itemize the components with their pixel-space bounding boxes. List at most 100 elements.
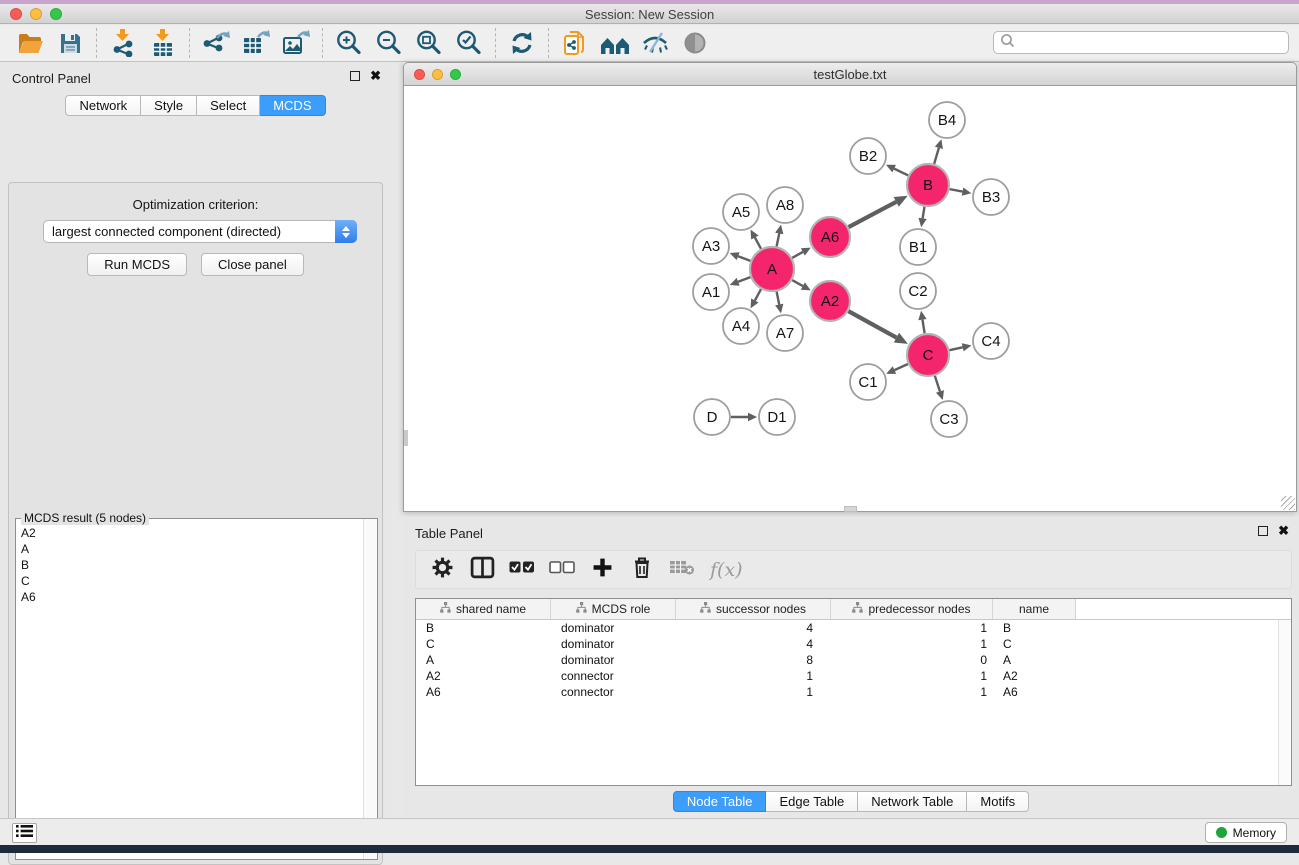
tab-mcds[interactable]: MCDS bbox=[260, 95, 325, 116]
graph-edge-A-A3[interactable] bbox=[730, 252, 751, 261]
mcds-result-item[interactable]: A bbox=[21, 541, 362, 557]
graph-edge-A-A8[interactable] bbox=[775, 225, 783, 247]
graph-node-A3[interactable]: A3 bbox=[693, 228, 729, 264]
table-cell[interactable]: 4 bbox=[676, 637, 831, 651]
zoom-in-button[interactable] bbox=[329, 26, 369, 60]
column-header-shared-name[interactable]: shared name bbox=[416, 599, 551, 619]
export-network-button[interactable] bbox=[196, 26, 236, 60]
graph-edge-C-C3[interactable] bbox=[935, 376, 944, 400]
home-neighbors-button[interactable] bbox=[595, 26, 635, 60]
tab-select[interactable]: Select bbox=[197, 95, 260, 116]
export-table-button[interactable] bbox=[236, 26, 276, 60]
graph-edge-B-B2[interactable] bbox=[886, 165, 908, 176]
graph-edge-C-C4[interactable] bbox=[949, 343, 971, 351]
graph-node-C1[interactable]: C1 bbox=[850, 364, 886, 400]
graph-edge-B-B4[interactable] bbox=[934, 139, 943, 164]
column-header-predecessor-nodes[interactable]: predecessor nodes bbox=[831, 599, 993, 619]
table-row[interactable]: Bdominator41B bbox=[416, 620, 1291, 636]
table-row[interactable]: Adominator80A bbox=[416, 652, 1291, 668]
graph-edge-B-B3[interactable] bbox=[950, 187, 972, 195]
window-resize-grip[interactable] bbox=[1281, 496, 1295, 510]
table-cell[interactable]: C bbox=[416, 637, 551, 651]
split-pane-handle[interactable] bbox=[844, 506, 857, 512]
tab-style[interactable]: Style bbox=[141, 95, 197, 116]
graph-node-B[interactable]: B bbox=[907, 164, 949, 206]
table-row[interactable]: A6connector11A6 bbox=[416, 684, 1291, 700]
graph-edge-A2-C[interactable] bbox=[848, 311, 907, 344]
graph-edge-A-A2[interactable] bbox=[792, 280, 811, 290]
graph-node-D1[interactable]: D1 bbox=[759, 399, 795, 435]
import-table-button[interactable] bbox=[143, 26, 183, 60]
graph-edge-A-A1[interactable] bbox=[730, 277, 751, 286]
graph-node-B1[interactable]: B1 bbox=[900, 229, 936, 265]
table-cell[interactable]: connector bbox=[551, 669, 676, 683]
table-cell[interactable]: A2 bbox=[993, 669, 1076, 683]
graph-node-A5[interactable]: A5 bbox=[723, 194, 759, 230]
table-cell[interactable]: 1 bbox=[676, 685, 831, 699]
tab-network-table[interactable]: Network Table bbox=[858, 791, 967, 812]
show-graphics-button[interactable] bbox=[675, 26, 715, 60]
graph-node-A1[interactable]: A1 bbox=[693, 274, 729, 310]
table-cell[interactable]: 8 bbox=[676, 653, 831, 667]
column-view-button[interactable] bbox=[464, 553, 500, 587]
table-row[interactable]: A2connector11A2 bbox=[416, 668, 1291, 684]
graph-node-B3[interactable]: B3 bbox=[973, 179, 1009, 215]
table-cell[interactable]: 0 bbox=[831, 653, 993, 667]
network-canvas[interactable]: B4B2BB3A5A8A6A3B1AA1C2A2A4A7C4CC1C3DD1 bbox=[403, 86, 1297, 512]
float-panel-icon[interactable] bbox=[350, 71, 360, 81]
mcds-result-item[interactable]: B bbox=[21, 557, 362, 573]
graph-edge-D-D1[interactable] bbox=[731, 413, 757, 421]
table-cell[interactable]: 1 bbox=[831, 637, 993, 651]
graph-node-A6[interactable]: A6 bbox=[810, 217, 850, 257]
table-cell[interactable]: A6 bbox=[993, 685, 1076, 699]
table-scrollbar[interactable] bbox=[1278, 620, 1291, 785]
graph-node-C3[interactable]: C3 bbox=[931, 401, 967, 437]
table-cell[interactable]: dominator bbox=[551, 653, 676, 667]
mcds-result-item[interactable]: A6 bbox=[21, 589, 362, 605]
table-cell[interactable]: dominator bbox=[551, 637, 676, 651]
table-settings-button[interactable] bbox=[424, 553, 460, 587]
table-cell[interactable]: A bbox=[993, 653, 1076, 667]
graph-edge-A-A6[interactable] bbox=[792, 248, 811, 258]
graph-node-C4[interactable]: C4 bbox=[973, 323, 1009, 359]
mcds-result-item[interactable]: C bbox=[21, 573, 362, 589]
graph-node-C2[interactable]: C2 bbox=[900, 273, 936, 309]
column-header-successor-nodes[interactable]: successor nodes bbox=[676, 599, 831, 619]
zoom-fit-button[interactable] bbox=[409, 26, 449, 60]
graph-edge-C-C2[interactable] bbox=[918, 311, 926, 334]
mcds-result-item[interactable]: A2 bbox=[21, 525, 362, 541]
close-panel-button[interactable]: Close panel bbox=[201, 253, 304, 276]
mcds-list-scrollbar[interactable] bbox=[363, 519, 377, 859]
tab-edge-table[interactable]: Edge Table bbox=[766, 791, 858, 812]
export-image-button[interactable] bbox=[276, 26, 316, 60]
save-session-button[interactable] bbox=[50, 26, 90, 60]
search-input[interactable] bbox=[1015, 34, 1282, 52]
float-table-panel-icon[interactable] bbox=[1258, 526, 1268, 536]
table-cell[interactable]: connector bbox=[551, 685, 676, 699]
graph-node-C[interactable]: C bbox=[907, 334, 949, 376]
graph-edge-A-A5[interactable] bbox=[751, 230, 761, 249]
run-mcds-button[interactable]: Run MCDS bbox=[87, 253, 187, 276]
task-history-button[interactable] bbox=[12, 823, 37, 843]
zoom-out-button[interactable] bbox=[369, 26, 409, 60]
table-cell[interactable]: A2 bbox=[416, 669, 551, 683]
table-cell[interactable]: 4 bbox=[676, 621, 831, 635]
canvas-scrollbar-thumb[interactable] bbox=[404, 430, 408, 446]
open-session-button[interactable] bbox=[10, 26, 50, 60]
graph-edge-B-B1[interactable] bbox=[918, 207, 926, 228]
memory-button[interactable]: Memory bbox=[1205, 822, 1287, 843]
table-cell[interactable]: 1 bbox=[676, 669, 831, 683]
search-field[interactable] bbox=[993, 31, 1289, 54]
table-cell[interactable]: B bbox=[993, 621, 1076, 635]
graph-node-A2[interactable]: A2 bbox=[810, 281, 850, 321]
graph-node-B2[interactable]: B2 bbox=[850, 138, 886, 174]
table-cell[interactable]: dominator bbox=[551, 621, 676, 635]
table-cell[interactable]: C bbox=[993, 637, 1076, 651]
close-panel-icon[interactable]: ✖ bbox=[370, 71, 381, 81]
close-table-panel-icon[interactable]: ✖ bbox=[1278, 526, 1289, 536]
graph-node-D[interactable]: D bbox=[694, 399, 730, 435]
table-cell[interactable]: A bbox=[416, 653, 551, 667]
table-cell[interactable]: 1 bbox=[831, 685, 993, 699]
graph-node-A8[interactable]: A8 bbox=[767, 187, 803, 223]
deselect-all-button[interactable] bbox=[544, 553, 580, 587]
